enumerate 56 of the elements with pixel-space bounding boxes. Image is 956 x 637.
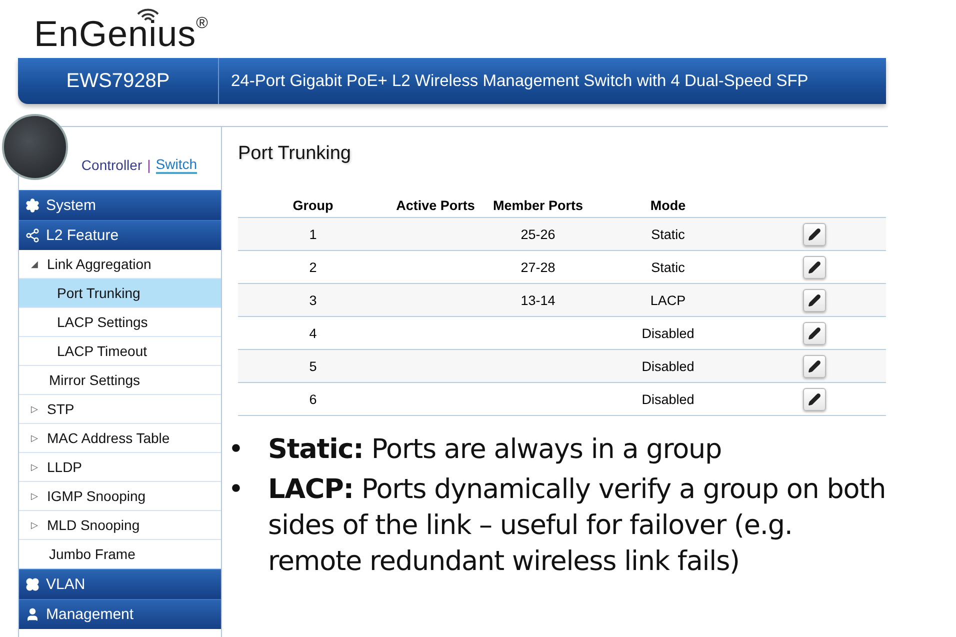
model-name: EWS7928P <box>18 58 219 104</box>
table-cell-text: Disabled <box>640 358 696 374</box>
table-cell-text: 25-26 <box>520 226 556 242</box>
edit-button[interactable] <box>803 322 826 344</box>
bullet: • <box>228 473 242 507</box>
table-cell-text: 1 <box>308 226 318 242</box>
column-header: Active Ports <box>395 198 476 212</box>
note-text: LACP: Ports dynamically verify a group on both sides of the link – useful for failover (e.g. remote redundant wireless link fails) <box>268 473 887 579</box>
table-cell-text: 5 <box>308 358 318 374</box>
logo: EnGenius® <box>34 16 208 58</box>
table-cell-text: 4 <box>308 326 318 340</box>
table-cell-text: Static <box>650 260 686 274</box>
table-cell-text: LACP <box>649 292 687 308</box>
device-description: 24-Port Gigabit PoE+ L2 Wireless Management Switch with 4 Dual-Speed SFP <box>230 72 808 90</box>
edit-button[interactable] <box>803 222 826 246</box>
pencil-icon <box>808 294 821 306</box>
column-header: Group <box>292 198 334 212</box>
sidebar-item[interactable]: Port Trunking <box>19 279 221 308</box>
table-cell-text: 27-28 <box>520 260 556 274</box>
triangle-icon: ▷ <box>31 433 47 443</box>
sidebar-section[interactable]: L2 Feature <box>19 220 221 250</box>
share-icon <box>25 228 40 243</box>
column-header: Mode <box>649 198 687 212</box>
table-cell-text: Static <box>650 226 686 242</box>
pencil-icon <box>808 326 821 340</box>
mode-link[interactable]: Switch <box>156 156 197 174</box>
table-cell-text: Disabled <box>640 392 696 406</box>
pencil-icon <box>808 228 821 240</box>
table-cell-text: 6 <box>308 392 318 406</box>
note-text: Static: Ports are always in a group <box>268 433 722 467</box>
separator: | <box>147 156 151 172</box>
column-header: Member Ports <box>492 198 584 212</box>
table-cell-text: 3 <box>308 292 318 308</box>
mode-link[interactable]: Controller <box>81 156 142 172</box>
edit-button[interactable] <box>803 354 826 378</box>
table-cell-text: 13-14 <box>520 292 556 308</box>
triangle-icon: ▷ <box>31 520 47 530</box>
triangle-icon: ▷ <box>31 491 47 501</box>
sidebar-section[interactable]: VLAN <box>19 569 221 599</box>
sidebar-section[interactable]: System <box>19 190 221 220</box>
page-title: Port Trunking <box>238 143 352 165</box>
table-cell-text: Disabled <box>640 326 696 340</box>
triangle-icon: ▷ <box>31 404 47 414</box>
table-cell-text: 2 <box>308 260 318 274</box>
edit-button[interactable] <box>803 388 826 410</box>
edit-button[interactable] <box>803 256 826 278</box>
flower-icon <box>25 577 40 592</box>
pencil-icon <box>808 360 821 372</box>
triangle-icon: ▷ <box>31 462 47 472</box>
sidebar-section[interactable]: Management <box>19 599 221 629</box>
person-icon <box>25 607 40 622</box>
edit-button[interactable] <box>803 288 826 312</box>
triangle-icon: ◢ <box>31 259 47 269</box>
bullet: • <box>228 433 242 467</box>
pencil-icon <box>808 392 821 406</box>
pencil-icon <box>808 260 821 274</box>
